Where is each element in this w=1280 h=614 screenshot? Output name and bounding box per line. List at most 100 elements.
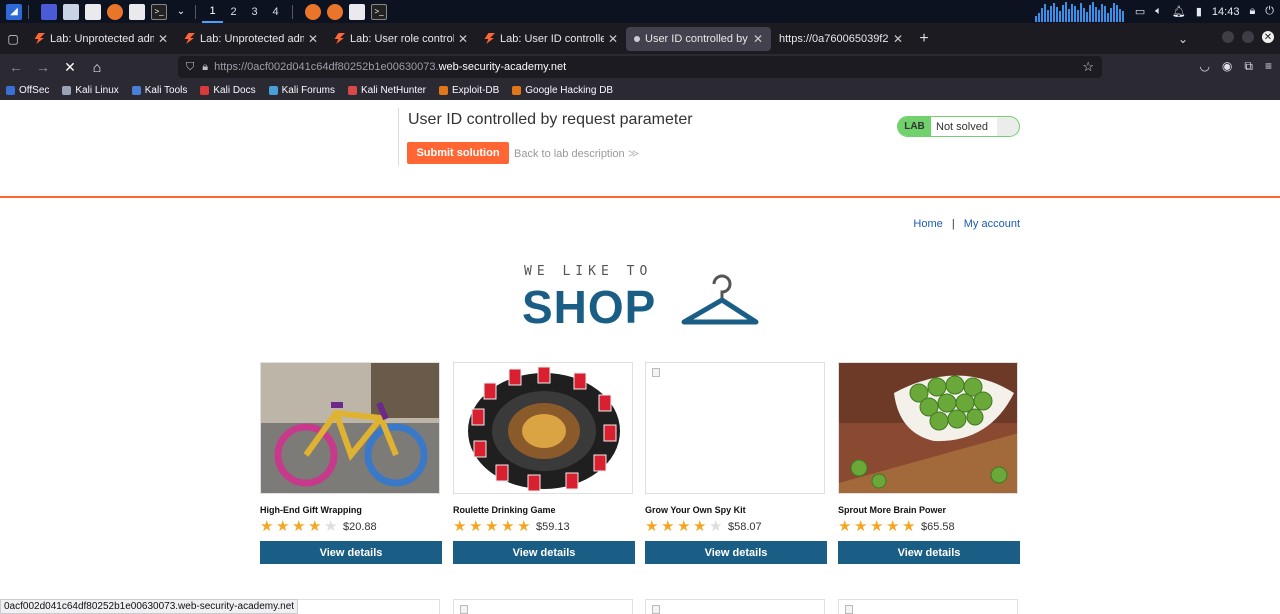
bookmark-favicon-icon	[347, 85, 357, 95]
tab-4[interactable]: Lab: User ID controlled by ✕	[476, 23, 626, 54]
close-tab-icon[interactable]: ✕	[308, 32, 318, 46]
bookmark-label: Exploit-DB	[452, 84, 500, 96]
tab-1[interactable]: Lab: Unprotected admin fu ✕	[26, 23, 176, 54]
close-tab-icon[interactable]: ✕	[893, 32, 903, 46]
bookmark-item[interactable]: Kali Linux	[62, 85, 119, 96]
list-all-tabs-icon[interactable]: ⌄	[1170, 32, 1196, 46]
terminal-task-icon[interactable]: >_	[371, 3, 387, 20]
lab-title: User ID controlled by request parameter	[408, 111, 693, 128]
document-task-icon[interactable]	[349, 3, 365, 20]
account-icon[interactable]: ◉	[1222, 59, 1232, 74]
lab-status-badge: LAB Not solved	[897, 116, 1020, 137]
bookmark-star-icon[interactable]: ☆	[1082, 59, 1094, 75]
loading-dot-icon	[634, 35, 640, 42]
workspace-1[interactable]: 1	[202, 0, 223, 23]
close-tab-icon[interactable]: ✕	[158, 32, 168, 46]
product-name: Grow Your Own Spy Kit	[645, 505, 746, 515]
tracking-shield-icon[interactable]: ⛉	[186, 61, 194, 74]
close-tab-icon[interactable]: ✕	[608, 32, 618, 46]
star-filled-icon: ★	[902, 518, 916, 535]
view-details-button[interactable]: View details	[453, 541, 635, 564]
star-filled-icon: ★	[453, 518, 467, 535]
link-status-bar: 0acf002d041c64df80252b1e00630073.web-sec…	[0, 599, 299, 614]
minimize-icon[interactable]	[1222, 31, 1234, 43]
star-filled-icon: ★	[292, 518, 306, 535]
url-bar[interactable]: ⛉ 🔒︎ https://0acf002d041c64df80252b1e006…	[178, 56, 1102, 78]
tab-6[interactable]: https://0a760065039f22d78 ✕	[771, 23, 911, 54]
tab-title: Lab: Unprotected admin fu	[50, 32, 154, 45]
kali-menu-icon[interactable]: ◢	[6, 3, 22, 20]
volume-icon[interactable]: 🔈︎	[1155, 5, 1162, 18]
text-editor-icon-2[interactable]	[129, 3, 145, 20]
submit-solution-button[interactable]: Submit solution	[407, 142, 509, 164]
workspace-3[interactable]: 3	[244, 0, 265, 23]
text-editor-icon[interactable]	[85, 3, 101, 20]
chevron-down-icon[interactable]: ⌄	[173, 4, 189, 20]
view-details-button[interactable]: View details	[260, 541, 442, 564]
star-filled-icon: ★	[517, 518, 531, 535]
workspace-4[interactable]: 4	[265, 0, 286, 23]
view-details-button[interactable]: View details	[645, 541, 827, 564]
star-filled-icon: ★	[661, 518, 675, 535]
forward-arrow-icon[interactable]: →	[31, 55, 55, 79]
bookmark-item[interactable]: Kali NetHunter	[347, 85, 426, 96]
tab-title: Lab: User ID controlled by	[500, 32, 604, 45]
bookmark-item[interactable]: Kali Docs	[200, 85, 256, 96]
firefox-icon[interactable]	[107, 3, 123, 20]
product-image-row2[interactable]	[453, 599, 633, 614]
close-window-icon[interactable]: ✕	[1262, 31, 1274, 43]
bookmark-favicon-icon	[131, 85, 141, 95]
bookmark-item[interactable]: Google Hacking DB	[512, 85, 613, 96]
screen-icon[interactable]: ▭	[1135, 5, 1145, 18]
tab-2[interactable]: Lab: Unprotected admin fu ✕	[176, 23, 326, 54]
bookmark-item[interactable]: Exploit-DB	[439, 85, 499, 96]
home-icon[interactable]: ⌂	[85, 55, 109, 79]
power-icon[interactable]: ⏻	[1265, 5, 1274, 18]
view-details-button[interactable]: View details	[838, 541, 1020, 564]
product-rating: ★ ★ ★ ★ ★ $59.13	[453, 518, 635, 535]
terminal-icon[interactable]: >_	[151, 3, 167, 20]
menu-hamburger-icon[interactable]: ≡	[1265, 59, 1272, 74]
bookmark-label: OffSec	[19, 84, 50, 96]
extensions-icon[interactable]: ⧉	[1244, 59, 1253, 74]
product-image-broken[interactable]	[645, 362, 825, 494]
product-image-sprouts[interactable]	[838, 362, 1018, 494]
stop-loading-icon[interactable]: ✕	[58, 55, 82, 79]
product-image-row2[interactable]	[838, 599, 1018, 614]
back-to-lab-description-link[interactable]: Back to lab description ≫	[514, 147, 639, 160]
battery-icon: ▮	[1195, 6, 1202, 18]
close-tab-icon[interactable]: ✕	[458, 32, 468, 46]
desktop-icon[interactable]	[41, 3, 57, 20]
file-manager-icon[interactable]	[63, 3, 79, 20]
lock-icon[interactable]: 🔒︎	[1249, 5, 1255, 18]
new-tab-icon[interactable]: +	[911, 30, 937, 48]
pocket-icon[interactable]: ◡	[1199, 59, 1209, 74]
firefox-task-icon[interactable]	[305, 3, 321, 20]
star-filled-icon: ★	[485, 518, 499, 535]
site-lock-icon[interactable]: 🔒︎	[202, 61, 208, 74]
tab-title: https://0a760065039f22d78	[779, 32, 889, 45]
bookmarks-toolbar: OffSec Kali Linux Kali Tools Kali Docs Kali …	[0, 80, 1280, 100]
back-arrow-icon[interactable]: ←	[4, 55, 28, 79]
bookmark-item[interactable]: OffSec	[6, 85, 49, 96]
product-image-row2[interactable]	[645, 599, 825, 614]
clock[interactable]: 14:43	[1212, 6, 1240, 18]
tab-overview-icon[interactable]: ▢	[0, 32, 26, 46]
product-image-roulette[interactable]	[453, 362, 633, 494]
home-link[interactable]: Home	[913, 218, 942, 230]
close-tab-icon[interactable]: ✕	[753, 32, 763, 46]
product-image-gift-wrapping[interactable]	[260, 362, 440, 494]
firefox-task-icon-2[interactable]	[327, 3, 343, 20]
maximize-icon[interactable]	[1242, 31, 1254, 43]
bookmark-item[interactable]: Kali Forums	[268, 85, 335, 96]
tab-3[interactable]: Lab: User role controlled b ✕	[326, 23, 476, 54]
product-rating: ★ ★ ★ ★ ★ $20.88	[260, 518, 442, 535]
bookmark-favicon-icon	[268, 85, 278, 95]
cpu-monitor-graph	[1034, 1, 1125, 22]
bookmark-item[interactable]: Kali Tools	[131, 85, 187, 96]
notification-bell-icon[interactable]: 🔔︎	[1172, 5, 1186, 18]
tab-5-active[interactable]: User ID controlled by req ✕	[626, 26, 771, 51]
tab-title: Lab: Unprotected admin fu	[200, 32, 304, 45]
workspace-2[interactable]: 2	[223, 0, 244, 23]
my-account-link[interactable]: My account	[964, 218, 1020, 230]
